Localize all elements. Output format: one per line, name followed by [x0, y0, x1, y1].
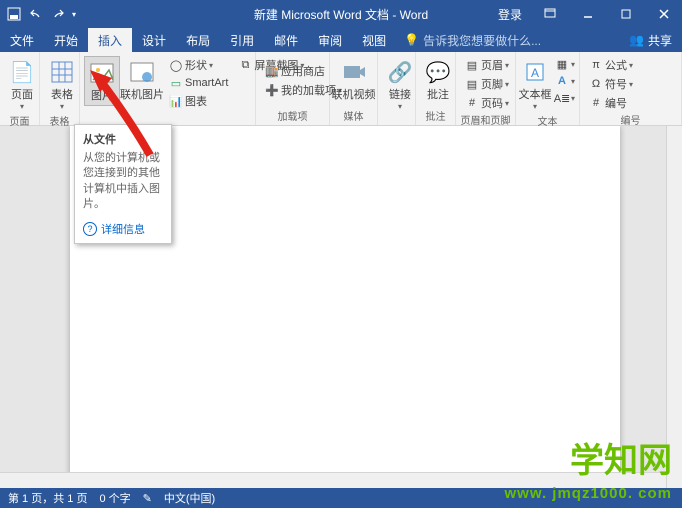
link-button[interactable]: 🔗 链接 ▾: [382, 56, 418, 113]
watermark-text: 学知网: [570, 433, 672, 482]
text-part3[interactable]: A≣▾: [552, 90, 578, 106]
tab-design[interactable]: 设计: [132, 28, 176, 52]
login-link[interactable]: 登录: [490, 6, 530, 23]
pageno-icon: #: [465, 96, 479, 110]
equation-button[interactable]: π公式 ▾: [586, 56, 636, 74]
tooltip-more-link[interactable]: ?详细信息: [83, 221, 163, 237]
text-part1[interactable]: ▦▾: [552, 56, 578, 72]
pages-button[interactable]: 📄 页面 ▾: [4, 56, 40, 113]
group-headerfooter: ▤页眉 ▾ ▤页脚 ▾ #页码 ▾ 页眉和页脚: [456, 52, 516, 125]
store-icon: 🏬: [265, 64, 279, 78]
picture-icon: [88, 59, 116, 87]
status-language[interactable]: 中文(中国): [164, 490, 215, 506]
online-picture-button[interactable]: 联机图片: [120, 56, 164, 104]
text-part2[interactable]: A▾: [552, 73, 578, 89]
tab-home[interactable]: 开始: [44, 28, 88, 52]
group-symbols: π公式 ▾ Ω符号 ▾ #编号 编号: [580, 52, 682, 125]
ribbon-options-icon[interactable]: [532, 0, 568, 28]
equation-icon: π: [589, 58, 603, 72]
smartart-icon: ▭: [169, 76, 183, 90]
myaddins-icon: ➕: [265, 83, 279, 97]
tab-view[interactable]: 视图: [352, 28, 396, 52]
chart-icon: 📊: [169, 94, 183, 108]
smartart-button[interactable]: ▭SmartArt: [166, 75, 231, 91]
status-proof-icon[interactable]: ✎: [143, 492, 152, 505]
picture-button[interactable]: 图片: [84, 56, 120, 106]
tab-insert[interactable]: 插入: [88, 28, 132, 52]
share-button[interactable]: 👥共享: [619, 28, 682, 52]
tooltip-title: 从文件: [83, 131, 163, 147]
comment-button[interactable]: 💬 批注: [420, 56, 456, 104]
share-icon: 👥: [629, 33, 644, 47]
tell-me-input[interactable]: 💡告诉我您想要做什么...: [396, 28, 549, 52]
textbox-button[interactable]: A 文本框 ▾: [520, 56, 550, 113]
header-icon: ▤: [465, 58, 479, 72]
group-tables: 表格 ▾ 表格: [40, 52, 80, 125]
number-button[interactable]: #编号: [586, 94, 636, 112]
symbol-icon: Ω: [589, 77, 603, 91]
quickparts-icon: ▦: [555, 57, 569, 71]
page-icon: 📄: [8, 58, 36, 86]
wordart-icon: A: [555, 74, 569, 88]
maximize-icon[interactable]: [608, 0, 644, 28]
title-bar: ▾ 新建 Microsoft Word 文档 - Word 登录: [0, 0, 682, 28]
tab-layout[interactable]: 布局: [176, 28, 220, 52]
textbox-icon: A: [521, 58, 549, 86]
svg-text:A: A: [531, 66, 539, 80]
chart-button[interactable]: 📊图表: [166, 92, 231, 110]
save-icon[interactable]: [6, 6, 22, 22]
footer-icon: ▤: [465, 77, 479, 91]
group-comments: 💬 批注 批注: [416, 52, 456, 125]
tab-references[interactable]: 引用: [220, 28, 264, 52]
video-button[interactable]: 联机视频: [334, 56, 373, 104]
group-illustrations: 图片 联机图片 ◯形状 ▾ ▭SmartArt 📊图表 ⧉屏幕截图 ▾: [80, 52, 256, 125]
online-picture-icon: [128, 58, 156, 86]
tab-file[interactable]: 文件: [0, 28, 44, 52]
number-icon: #: [589, 96, 603, 110]
footer-button[interactable]: ▤页脚 ▾: [462, 75, 512, 93]
tab-mailings[interactable]: 邮件: [264, 28, 308, 52]
status-words[interactable]: 0 个字: [99, 490, 130, 506]
group-media: 联机视频 媒体: [330, 52, 378, 125]
dropcap-icon: A≣: [555, 91, 569, 105]
video-icon: [340, 58, 368, 86]
table-button[interactable]: 表格 ▾: [44, 56, 80, 113]
bulb-icon: 💡: [404, 33, 419, 47]
minimize-icon[interactable]: [570, 0, 606, 28]
tooltip-body: 从您的计算机或您连接到的其他计算机中插入图片。: [83, 151, 163, 213]
group-pages: 📄 页面 ▾ 页面: [0, 52, 40, 125]
link-icon: 🔗: [386, 58, 414, 86]
group-text: A 文本框 ▾ ▦▾ A▾ A≣▾ 文本: [516, 52, 580, 125]
shapes-icon: ◯: [169, 58, 183, 72]
header-button[interactable]: ▤页眉 ▾: [462, 56, 512, 74]
undo-icon[interactable]: [28, 6, 44, 22]
group-addins: 🏬应用商店 ➕我的加载项 ▾ 加载项: [256, 52, 330, 125]
redo-icon[interactable]: [50, 6, 66, 22]
table-icon: [48, 58, 76, 86]
group-links: 🔗 链接 ▾: [378, 52, 416, 125]
symbol-button[interactable]: Ω符号 ▾: [586, 75, 636, 93]
ribbon: 📄 页面 ▾ 页面 表格 ▾ 表格 图片 联机图片: [0, 52, 682, 126]
tab-review[interactable]: 审阅: [308, 28, 352, 52]
screenshot-icon: ⧉: [238, 58, 252, 72]
window-title: 新建 Microsoft Word 文档 - Word: [254, 6, 428, 23]
shapes-button[interactable]: ◯形状 ▾: [166, 56, 231, 74]
close-icon[interactable]: [646, 0, 682, 28]
pageno-button[interactable]: #页码 ▾: [462, 94, 512, 112]
watermark-url: www. jmqz1000. com: [505, 485, 673, 502]
status-page[interactable]: 第 1 页，共 1 页: [8, 490, 87, 506]
ribbon-tabs: 文件 开始 插入 设计 布局 引用 邮件 审阅 视图 💡告诉我您想要做什么...…: [0, 28, 682, 52]
comment-icon: 💬: [424, 58, 452, 86]
help-icon: ?: [83, 222, 97, 236]
tooltip-from-file: 从文件 从您的计算机或您连接到的其他计算机中插入图片。 ?详细信息: [74, 124, 172, 244]
